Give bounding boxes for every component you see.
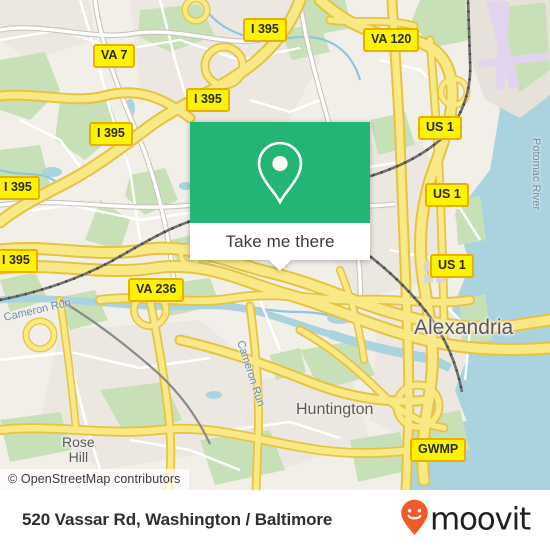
highway-shield: VA 7 <box>93 44 136 68</box>
place-label: Huntington <box>296 401 374 418</box>
card-image-area <box>190 122 370 223</box>
highway-shield: VA 120 <box>363 28 420 52</box>
highway-shield: US 1 <box>430 254 474 278</box>
address-label: 520 Vassar Rd, Washington / Baltimore <box>22 510 333 529</box>
map-canvas[interactable]: © OpenStreetMap contributors I 395 VA 120… <box>0 0 550 490</box>
place-label: Potomac River <box>530 138 542 211</box>
card-pointer-tail <box>269 260 291 271</box>
highway-shield: I 395 <box>89 122 133 146</box>
highway-shield: US 1 <box>425 183 469 207</box>
highway-shield: I 395 <box>186 88 230 112</box>
highway-shield: I 395 <box>243 18 287 42</box>
bottom-info-bar: 520 Vassar Rd, Washington / Baltimore mo… <box>0 490 550 550</box>
place-label: Rose Hill <box>62 434 95 465</box>
highway-shield: GWMP <box>410 438 467 462</box>
highway-shield: VA 236 <box>128 278 185 302</box>
take-me-there-card[interactable]: Take me there <box>190 122 370 271</box>
osm-attribution: © OpenStreetMap contributors <box>0 469 189 490</box>
moovit-pin-smile-icon <box>400 499 429 542</box>
map-pin-icon <box>254 140 306 206</box>
take-me-there-label: Take me there <box>225 231 335 251</box>
highway-shield: I 395 <box>0 176 40 200</box>
highway-shield: US 1 <box>418 116 462 140</box>
moovit-wordmark: moovit <box>429 501 531 538</box>
place-label: Alexandria <box>414 316 514 339</box>
card-footer[interactable]: Take me there <box>190 223 370 271</box>
moovit-logo[interactable]: moovit <box>400 499 531 542</box>
highway-shield: I 395 <box>0 249 38 273</box>
